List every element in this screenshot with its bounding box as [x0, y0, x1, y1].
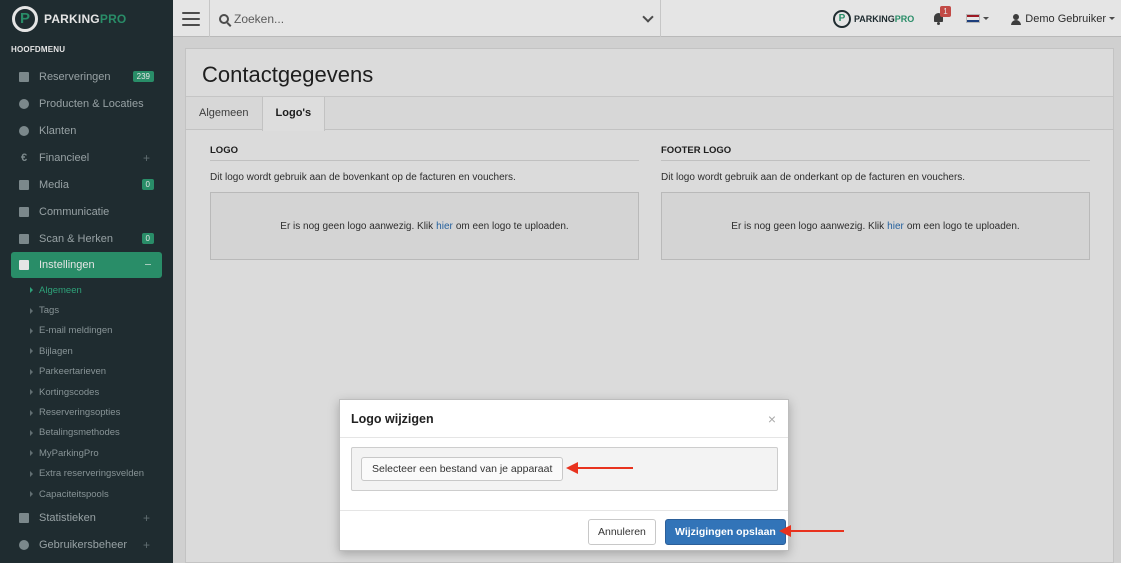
annotation-arrow-icon: [779, 525, 844, 537]
modal-footer: Annuleren Wijzigingen opslaan: [340, 510, 788, 550]
modal-header: Logo wijzigen ×: [340, 400, 788, 438]
modal-body: Selecteer een bestand van je apparaat: [340, 438, 788, 510]
save-button[interactable]: Wijzigingen opslaan: [665, 519, 786, 545]
cancel-button[interactable]: Annuleren: [588, 519, 656, 545]
annotation-arrow-icon: [566, 462, 633, 474]
select-file-button[interactable]: Selecteer een bestand van je apparaat: [361, 457, 564, 481]
modal-title: Logo wijzigen: [351, 412, 434, 426]
close-icon[interactable]: ×: [768, 412, 776, 426]
logo-modal: Logo wijzigen × Selecteer een bestand va…: [339, 399, 789, 551]
